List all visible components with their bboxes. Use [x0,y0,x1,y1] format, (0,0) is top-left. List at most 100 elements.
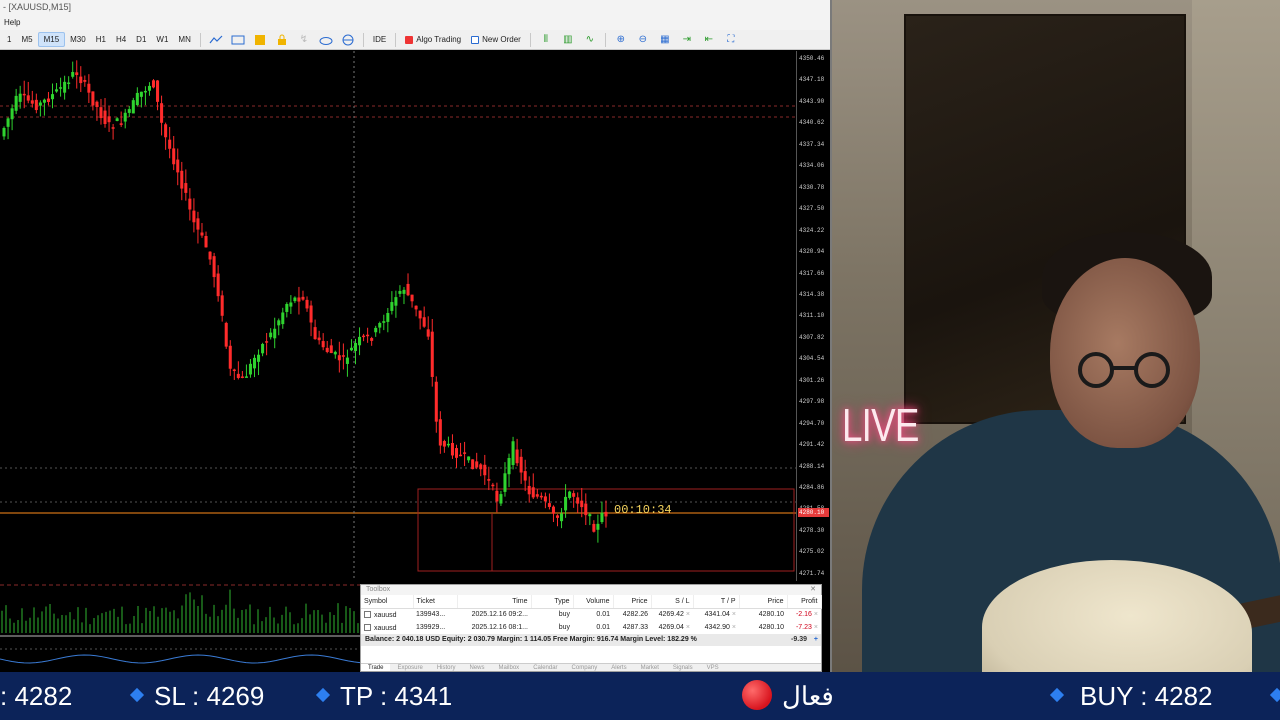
template-icon[interactable] [230,33,246,47]
col-profit[interactable]: Profit [787,595,822,609]
candle-body [228,345,232,369]
candle-countdown: 00:10:34 [614,503,672,517]
tab-company[interactable]: Company [565,664,605,671]
col-type[interactable]: Type [531,595,574,609]
price-tick: 4347.18 [799,76,825,84]
balance-text: Balance: 2 040.18 USD Equity: 2 030.79 M… [365,636,697,643]
col-ticket[interactable]: Ticket [413,595,458,609]
tab-news[interactable]: News [462,664,491,671]
candle-body [604,511,608,517]
tab-trade[interactable]: Trade [361,664,391,671]
cell-time: 2025.12.16 09:2... [471,611,528,619]
tab-exposure[interactable]: Exposure [390,664,429,671]
ide-button[interactable]: IDE [368,32,391,48]
volume-indicator-pane [0,581,361,672]
timeframe-m5[interactable]: M5 [16,33,37,46]
chart-shift-icon[interactable]: ⇤ [701,33,717,47]
candle-body [353,343,358,351]
line-icon[interactable]: ∿ [582,33,598,47]
candle-body [325,347,329,352]
candle-body [596,523,600,530]
candle-body [349,347,353,351]
candle-body [18,93,22,102]
candle-body [321,341,325,348]
timeframe-w1[interactable]: W1 [151,33,173,46]
candle-body [34,99,38,111]
close-position-icon[interactable]: × [814,624,818,631]
tab-mailbox[interactable]: Mailbox [492,664,527,671]
table-row[interactable]: xauusd 139929... 2025.12.16 08:1... buy … [361,621,821,634]
price-axis: 4350.46 4347.18 4343.90 4340.62 4337.34 4334.… [796,51,830,581]
algo-trading-icon [405,35,414,44]
close-position-icon[interactable]: × [814,611,818,618]
candle-body [374,327,378,333]
remove-sl-icon[interactable]: × [686,624,690,631]
table-row[interactable]: xauusd 139943... 2025.12.16 09:2... buy … [361,608,821,621]
candle-body [463,452,467,454]
positions-table: Symbol Ticket Time Type Volume Price S /… [361,595,822,634]
candle-body [313,327,317,340]
glasses-icon [1078,352,1170,388]
col-open-price[interactable]: Price [613,595,652,609]
tab-calendar[interactable]: Calendar [526,664,564,671]
timeframe-m15[interactable]: M15 [37,32,66,47]
timeframe-h1[interactable]: H1 [91,33,111,46]
timeframe-h4[interactable]: H4 [111,33,131,46]
zoom-out-icon[interactable]: ⊖ [635,33,651,47]
price-tick: 4275.02 [799,548,825,556]
col-symbol[interactable]: Symbol [361,595,414,609]
tab-alerts[interactable]: Alerts [604,664,633,671]
lock-icon[interactable] [274,33,290,47]
symbol-value: xauusd [374,624,397,632]
col-time[interactable]: Time [457,595,532,609]
candlestick-icon[interactable]: ▥ [560,33,576,47]
remove-tp-icon[interactable]: × [732,611,736,618]
candle-body [592,523,596,532]
tab-market[interactable]: Market [634,664,666,671]
candle-body [329,345,333,354]
candle-body [511,441,515,466]
zoom-in-icon[interactable]: ⊕ [613,33,629,47]
timeframe-mn[interactable]: MN [173,33,195,46]
tab-vps[interactable]: VPS [700,664,726,671]
tab-signals[interactable]: Signals [666,664,700,671]
line-chart-icon[interactable] [208,33,224,47]
tab-history[interactable]: History [430,664,463,671]
cloud-icon[interactable] [318,33,334,47]
col-sl[interactable]: S / L [651,595,694,609]
price-tick: 4317.66 [799,269,825,277]
col-volume[interactable]: Volume [573,595,614,609]
timeframe-m30[interactable]: M30 [65,33,91,46]
grid-icon[interactable]: ▦ [657,33,673,47]
candle-body [281,312,285,325]
current-price-label: 4280.10 [798,508,829,517]
price-chart[interactable]: 00:10:34 [0,51,796,581]
expert-icon[interactable]: ↯ [296,33,312,47]
menu-help[interactable]: Help [4,18,20,27]
candle-body [495,490,499,502]
candle-body [164,124,168,138]
remove-sl-icon[interactable]: × [686,611,690,618]
timeframe-d1[interactable]: D1 [131,33,151,46]
candle-body [394,297,398,306]
candle-body [107,116,111,123]
bar-chart-icon[interactable]: ⫴ [538,33,554,47]
col-current-price[interactable]: Price [739,595,788,609]
candle-body [378,323,382,328]
candle-body [119,123,123,125]
new-order-button[interactable]: New Order [466,32,526,48]
add-icon[interactable]: + [814,634,818,646]
candle-body [454,448,459,458]
candle-body [390,302,394,311]
toolbar: 1 M5 M15 M30 H1 H4 D1 W1 MN ↯ IDE Algo T… [0,30,830,50]
globe-icon[interactable] [340,33,356,47]
algo-trading-button[interactable]: Algo Trading [400,32,466,48]
close-icon[interactable]: ✕ [810,585,816,595]
screenshot-icon[interactable]: ⛶ [723,33,739,47]
remove-tp-icon[interactable]: × [732,624,736,631]
autoscroll-icon[interactable]: ⇥ [679,33,695,47]
col-tp[interactable]: T / P [693,595,740,609]
timeframe-1[interactable]: 1 [2,33,16,46]
candle-body [172,148,176,165]
indicator-icon[interactable] [252,33,268,47]
